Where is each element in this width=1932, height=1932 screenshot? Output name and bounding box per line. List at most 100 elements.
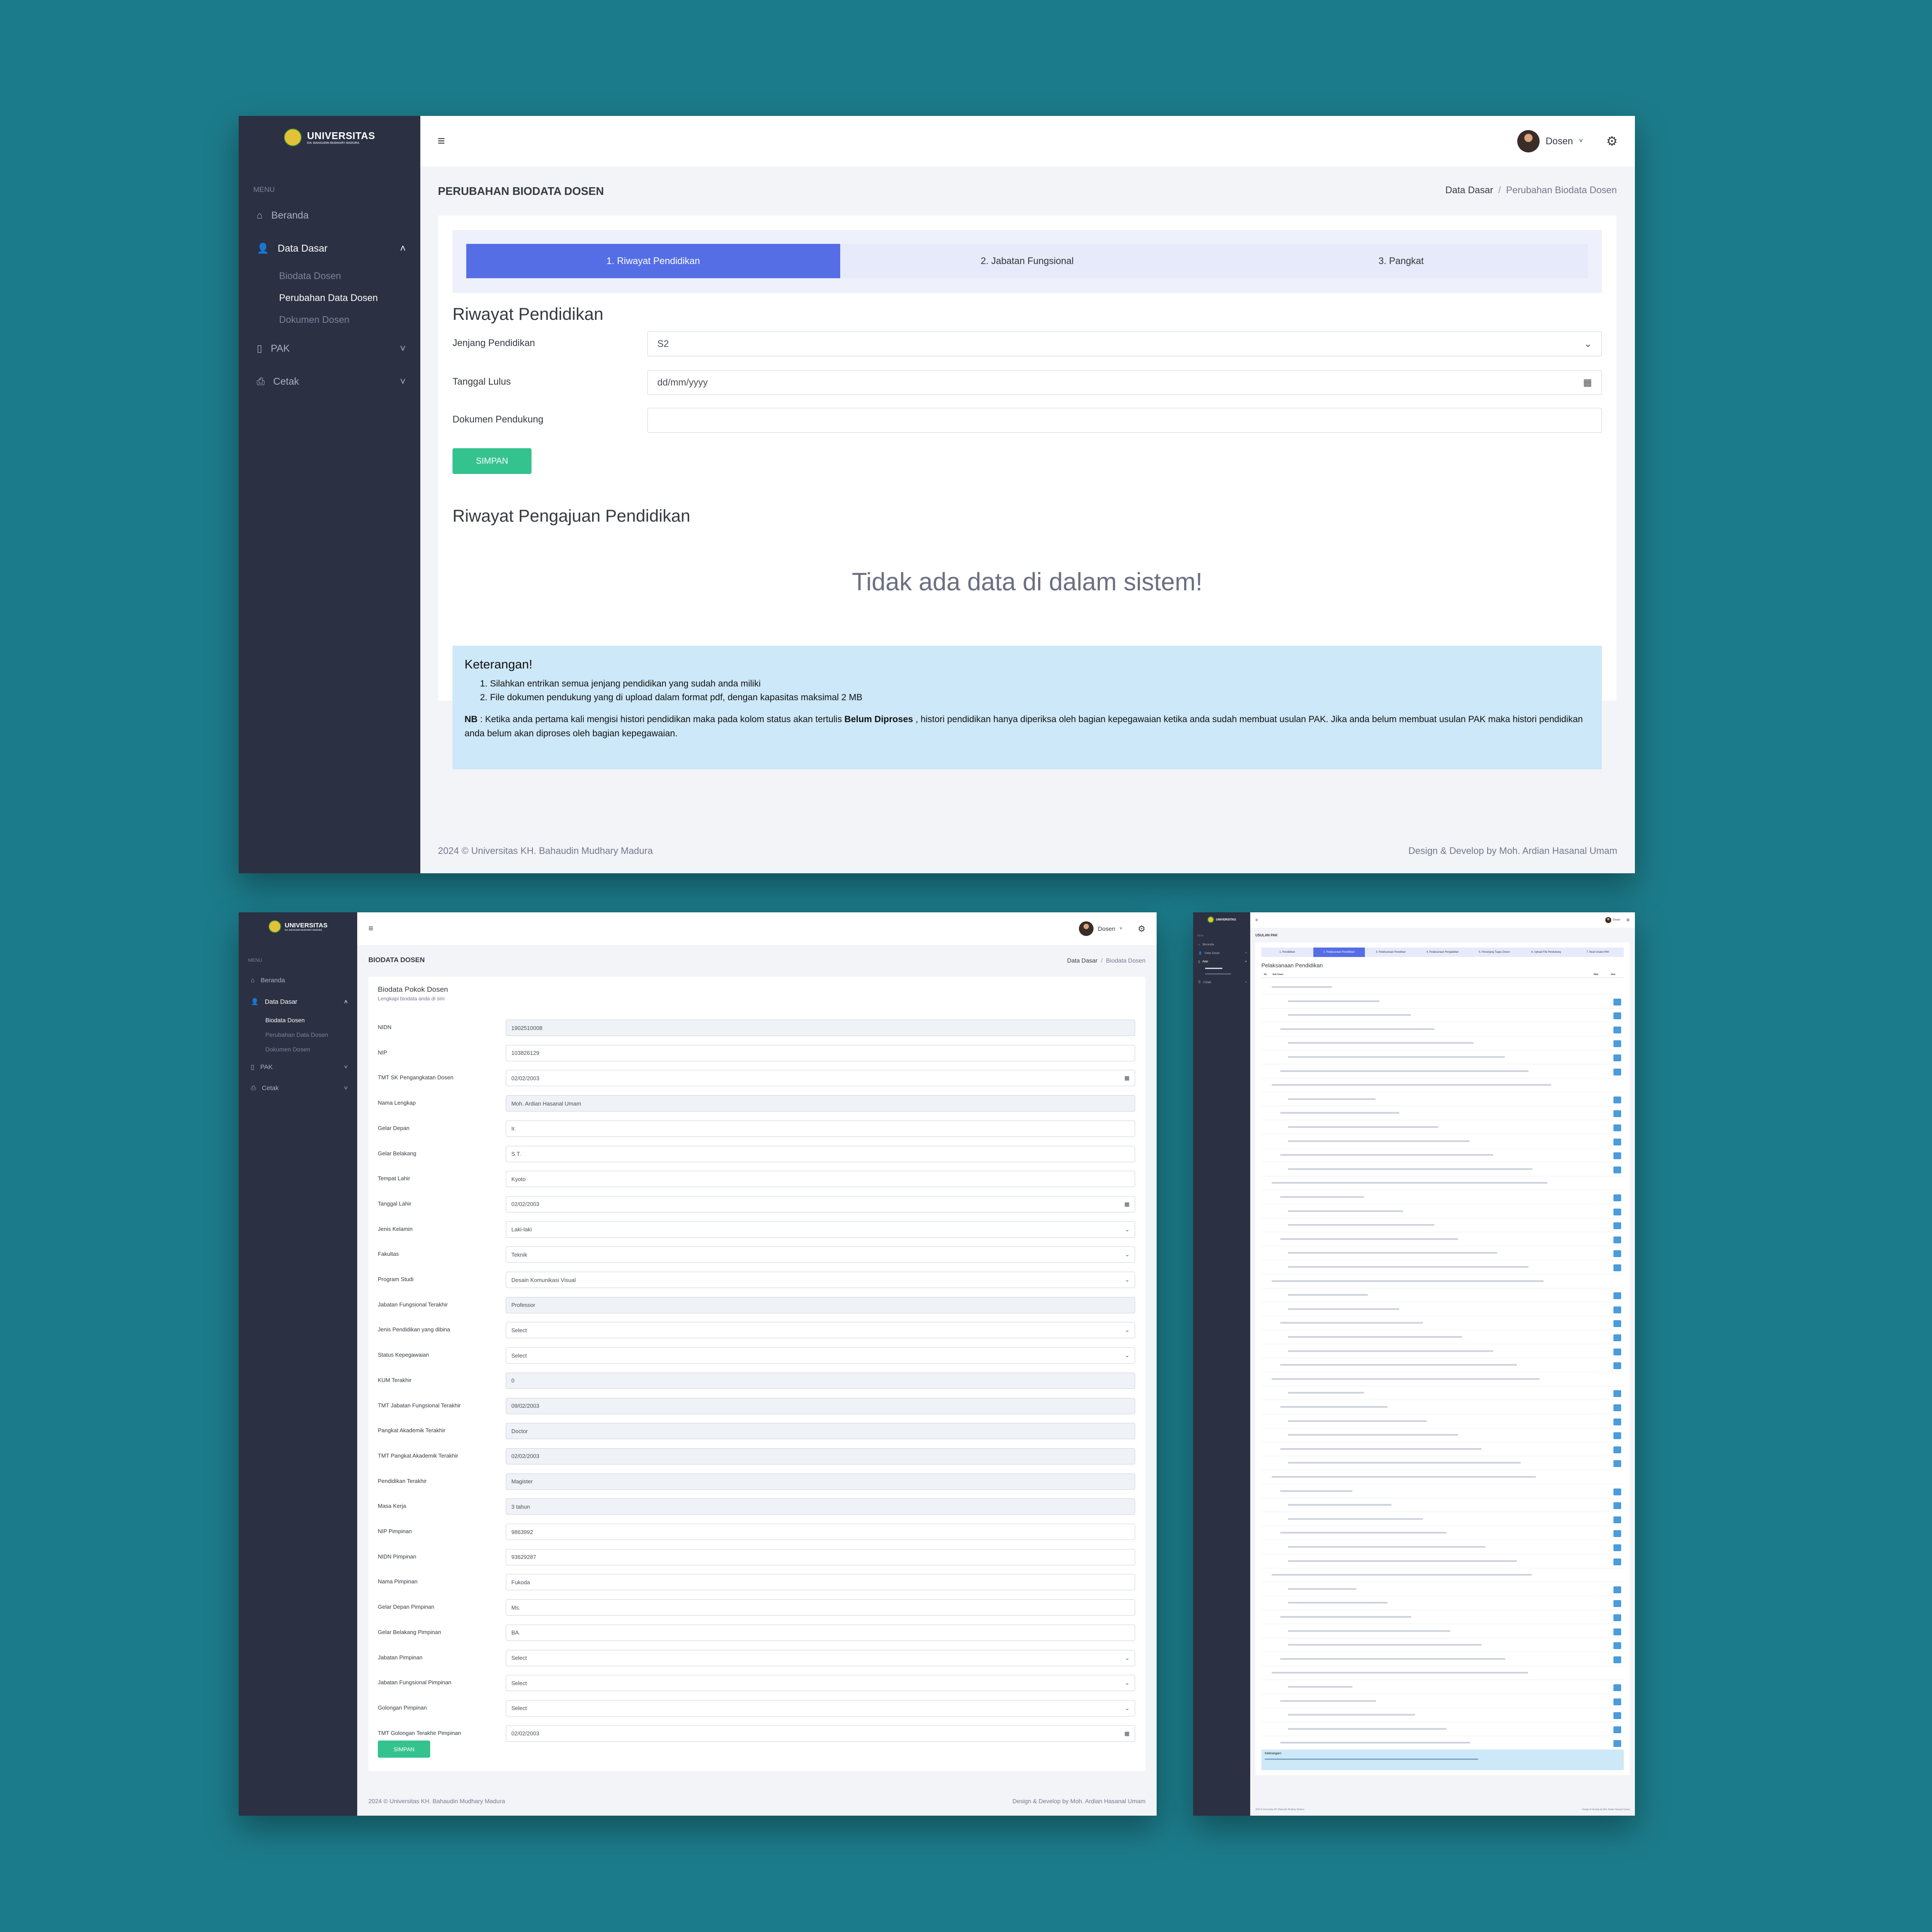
sidebar-subitem-perubahan[interactable]: Perubahan Data Dosen [239, 1024, 357, 1038]
row-action-button[interactable] [1613, 1544, 1621, 1551]
tab-pelaksanaan-penelitian[interactable]: 3. Pelaksanaan Penelitian [1365, 948, 1417, 957]
row-action-button[interactable] [1613, 1502, 1621, 1510]
row-action-button[interactable] [1613, 1390, 1621, 1397]
row-action-button[interactable] [1613, 1740, 1621, 1747]
row-action-button[interactable] [1613, 1642, 1621, 1649]
hamburger-icon[interactable]: ≡ [437, 134, 445, 149]
tab-riwayat-pendidikan[interactable]: 1. Riwayat Pendidikan [466, 244, 840, 278]
tanggal-lulus-input[interactable]: dd/mm/yyyy ▦ [647, 370, 1602, 395]
field-input[interactable]: 02/02/2003 [506, 1448, 1135, 1464]
row-action-button[interactable] [1613, 1600, 1621, 1607]
field-input[interactable]: Select ⌄ [506, 1700, 1135, 1716]
tab-pelaksanaan-pendidikan[interactable]: 2. Pelaksanaan Pendidikan [1313, 948, 1365, 957]
sidebar-item-data-dasar[interactable]: 👤 Data Dasar ˄ [239, 221, 420, 254]
breadcrumb-item[interactable]: Data Dasar [1446, 185, 1493, 196]
field-input[interactable]: Select ⌄ [506, 1322, 1135, 1339]
sidebar-subitem-biodata[interactable]: Biodata Dosen [239, 254, 420, 282]
sidebar-item-beranda[interactable]: ⌂ Beranda [239, 963, 357, 984]
hamburger-icon[interactable]: ≡ [368, 924, 374, 934]
field-input[interactable]: Magister [506, 1473, 1135, 1490]
field-input[interactable]: Select ⌄ [506, 1675, 1135, 1692]
row-action-button[interactable] [1613, 998, 1621, 1005]
simpan-button[interactable]: SIMPAN [378, 1741, 430, 1758]
simpan-button[interactable]: SIMPAN [453, 448, 532, 474]
gear-icon[interactable]: ⚙ [1626, 918, 1630, 923]
field-input[interactable]: BA. [506, 1624, 1135, 1641]
row-action-button[interactable] [1613, 1432, 1621, 1440]
field-input[interactable]: 02/02/2003 ▦ [506, 1196, 1135, 1212]
row-action-button[interactable] [1613, 1194, 1621, 1201]
row-action-button[interactable] [1613, 1096, 1621, 1103]
sidebar-subitem-perubahan[interactable]: Perubahan Data Dosen [239, 282, 420, 304]
row-action-button[interactable] [1613, 1320, 1621, 1327]
row-action-button[interactable] [1613, 1418, 1621, 1425]
field-input[interactable]: Ms. [506, 1599, 1135, 1616]
user-name[interactable]: Dosen [1098, 925, 1115, 932]
sidebar-subitem-dokumen[interactable]: Dokumen Dosen [239, 1038, 357, 1053]
field-input[interactable]: Select ⌄ [506, 1347, 1135, 1364]
field-input[interactable]: Laki-laki ⌄ [506, 1221, 1135, 1238]
row-action-button[interactable] [1613, 1460, 1621, 1467]
row-action-button[interactable] [1613, 1446, 1621, 1453]
tab-pelaksanaan-pengabdian[interactable]: 4. Pelaksanaan Pengabdian [1417, 948, 1469, 957]
field-input[interactable]: 3 tahun [506, 1498, 1135, 1515]
gear-icon[interactable]: ⚙ [1606, 134, 1618, 149]
jenjang-select[interactable]: S2 ⌄ [647, 331, 1602, 356]
avatar[interactable] [1079, 921, 1094, 936]
dokumen-input[interactable] [647, 408, 1602, 433]
field-input[interactable]: 02/02/2003 ▦ [506, 1070, 1135, 1087]
row-action-button[interactable] [1613, 1334, 1621, 1341]
sidebar-item-pak[interactable]: ▯ PAK ˅ [239, 1053, 357, 1071]
row-action-button[interactable] [1613, 1124, 1621, 1131]
tab-penunjang-tugas[interactable]: 5. Penunjang Tugas Dosen [1468, 948, 1520, 957]
row-action-button[interactable] [1613, 1628, 1621, 1635]
field-input[interactable]: 103826129 [506, 1045, 1135, 1061]
row-action-button[interactable] [1613, 1362, 1621, 1370]
row-action-button[interactable] [1613, 1530, 1621, 1537]
field-input[interactable]: Kyoto [506, 1171, 1135, 1188]
field-input[interactable]: 9863992 [506, 1524, 1135, 1540]
field-input[interactable]: 0 [506, 1372, 1135, 1389]
sidebar-subitem-usulan[interactable] [1205, 968, 1222, 969]
field-input[interactable]: Professor [506, 1297, 1135, 1313]
row-action-button[interactable] [1613, 1236, 1621, 1243]
calendar-icon[interactable]: ▦ [1583, 377, 1592, 388]
field-input[interactable]: Teknik ⌄ [506, 1246, 1135, 1263]
row-action-button[interactable] [1613, 1250, 1621, 1258]
sidebar-item-cetak[interactable]: ⎙ Cetak ˅ [239, 1071, 357, 1092]
sidebar-subitem-biodata[interactable]: Biodata Dosen [239, 1005, 357, 1024]
row-action-button[interactable] [1613, 1222, 1621, 1230]
avatar[interactable] [1517, 130, 1540, 152]
row-action-button[interactable] [1613, 1614, 1621, 1621]
field-input[interactable]: 93629287 [506, 1549, 1135, 1565]
sidebar-item-data-dasar[interactable]: 👤 Data Dasar ˄ [239, 984, 357, 1006]
sidebar-item-beranda[interactable]: ⌂ Beranda [239, 194, 420, 221]
tab-pangkat[interactable]: 3. Pangkat [1214, 244, 1588, 278]
field-input[interactable]: Fukoda [506, 1574, 1135, 1591]
user-name[interactable]: Dosen [1546, 136, 1573, 147]
sidebar-item-pak[interactable]: ▯ PAK ˄ [1193, 955, 1250, 964]
sidebar-item-pak[interactable]: ▯ PAK ˅ [239, 325, 420, 354]
field-input[interactable]: Ir. [506, 1120, 1135, 1137]
field-input[interactable]: S.T. [506, 1145, 1135, 1162]
field-input[interactable]: Moh. Ardian Hasanal Umam [506, 1095, 1135, 1112]
sidebar-item-cetak[interactable]: ⎙ Cetak ˅ [1193, 975, 1250, 984]
sidebar-item-data-dasar[interactable]: 👤 Data Dasar ˅ [1193, 946, 1250, 955]
row-action-button[interactable] [1613, 1404, 1621, 1411]
row-action-button[interactable] [1613, 1040, 1621, 1048]
row-action-button[interactable] [1613, 1684, 1621, 1691]
breadcrumb-item[interactable]: Data Dasar [1067, 957, 1097, 964]
row-action-button[interactable] [1613, 1698, 1621, 1705]
hamburger-icon[interactable]: ≡ [1255, 918, 1258, 923]
sidebar-item-cetak[interactable]: ⎙ Cetak ˅ [239, 354, 420, 387]
row-action-button[interactable] [1613, 1012, 1621, 1020]
row-action-button[interactable] [1613, 1558, 1621, 1565]
brand-logo[interactable]: UNIVERSITAS KH. BAHAUDIN MUDHARY MADURA [239, 912, 357, 941]
user-name[interactable]: Dosen [1613, 919, 1620, 921]
row-action-button[interactable] [1613, 1488, 1621, 1495]
brand-logo[interactable]: UNIVERSITAS [1193, 912, 1250, 927]
row-action-button[interactable] [1613, 1054, 1621, 1061]
field-input[interactable]: 02/02/2003 ▦ [506, 1725, 1135, 1742]
row-action-button[interactable] [1613, 1166, 1621, 1173]
row-action-button[interactable] [1613, 1726, 1621, 1733]
